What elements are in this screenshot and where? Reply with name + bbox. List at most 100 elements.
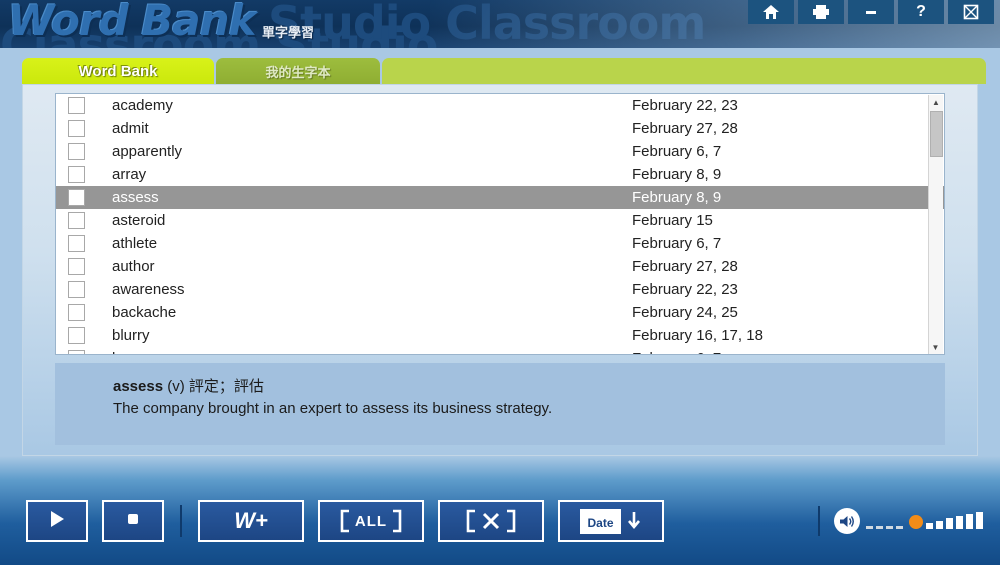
all-icon: ALL — [338, 509, 404, 533]
table-row[interactable]: asteroid February 15 — [56, 209, 944, 232]
table-row[interactable]: academy February 22, 23 — [56, 94, 944, 117]
definition-example: The company brought in an expert to asse… — [113, 400, 553, 417]
app-header: Classroom Studio Studio Classroom Word B… — [0, 0, 1000, 48]
minimize-icon — [863, 7, 879, 17]
word-list-scrollbar[interactable]: ▲ ▼ — [928, 95, 943, 354]
volume-step-off[interactable] — [866, 526, 873, 529]
volume-step-on[interactable] — [966, 514, 973, 529]
volume-divider — [818, 506, 820, 536]
w-plus-icon: W+ — [234, 508, 268, 533]
bottom-toolbar: W+ ALL Date — [0, 456, 1000, 565]
table-row[interactable]: assess February 8, 9 — [56, 186, 944, 209]
definition-panel: assess (v) 評定；評估 The company brought in … — [55, 363, 945, 445]
row-date: February 6, 7 — [632, 350, 721, 354]
word-list[interactable]: academy February 22, 23 admit February 27, … — [55, 93, 945, 355]
home-button[interactable] — [748, 0, 794, 24]
row-date: February 6, 7 — [632, 235, 722, 252]
row-checkbox[interactable] — [68, 97, 85, 114]
cross-icon — [464, 509, 518, 533]
row-word: b — [112, 350, 632, 354]
volume-control[interactable] — [818, 506, 986, 536]
row-checkbox[interactable] — [68, 189, 85, 206]
row-checkbox[interactable] — [68, 120, 85, 137]
definition-word: assess — [113, 378, 164, 395]
tab-bar-filler — [382, 58, 986, 84]
row-date: February 22, 23 — [632, 281, 738, 298]
row-word: array — [112, 166, 147, 183]
playback-controls: W+ ALL Date — [26, 500, 678, 542]
row-word: academy — [112, 97, 173, 114]
date-sort-icon: Date — [580, 508, 641, 534]
row-word: awareness — [112, 281, 185, 298]
tab-bar: Word Bank 我的生字本 — [22, 58, 986, 84]
table-row[interactable]: author February 27, 28 — [56, 255, 944, 278]
question-mark-icon: ? — [916, 3, 926, 20]
volume-step-on[interactable] — [976, 511, 983, 529]
print-button[interactable] — [798, 0, 844, 24]
row-word: admit — [112, 120, 149, 137]
content-panel: academy February 22, 23 admit February 27, … — [22, 84, 978, 456]
table-row[interactable]: athlete February 6, 7 — [56, 232, 944, 255]
row-word: athlete — [112, 235, 158, 252]
table-row[interactable]: backache February 24, 25 — [56, 301, 944, 324]
header-watermark-primary: Studio Classroom — [268, 0, 706, 48]
table-row[interactable]: awareness February 22, 23 — [56, 278, 944, 301]
play-button[interactable] — [26, 500, 88, 542]
app-subtitle: 單字學習 — [262, 25, 315, 40]
app-logo: Word Bank — [8, 0, 256, 45]
scrollbar-thumb[interactable] — [930, 111, 943, 157]
row-checkbox[interactable] — [68, 304, 85, 321]
close-button[interactable] — [948, 0, 994, 24]
row-date: February 27, 28 — [632, 258, 738, 275]
help-button[interactable]: ? — [898, 0, 944, 24]
volume-step-on[interactable] — [956, 516, 963, 529]
volume-step-off[interactable] — [886, 526, 893, 529]
stop-button[interactable] — [102, 500, 164, 542]
volume-knob[interactable] — [909, 515, 923, 529]
toolbar-divider — [180, 505, 182, 537]
scroll-up-button[interactable]: ▲ — [929, 95, 943, 110]
row-checkbox[interactable] — [68, 258, 85, 275]
row-date: February 24, 25 — [632, 304, 738, 321]
table-row[interactable]: bFebruary 6, 7 — [56, 347, 944, 354]
row-checkbox[interactable] — [68, 143, 85, 160]
scroll-down-button[interactable]: ▼ — [929, 340, 942, 354]
row-checkbox[interactable] — [68, 212, 85, 229]
tab-my-notebook-label: 我的生字本 — [265, 64, 331, 80]
row-word: apparently — [112, 143, 183, 160]
row-checkbox[interactable] — [68, 327, 85, 344]
row-date: February 15 — [632, 212, 713, 229]
row-date: February 6, 7 — [632, 143, 722, 160]
volume-slider[interactable] — [866, 511, 986, 529]
table-row[interactable]: blurry February 16, 17, 18 — [56, 324, 944, 347]
tab-word-bank[interactable]: Word Bank — [22, 58, 214, 84]
table-row[interactable]: array February 8, 9 — [56, 163, 944, 186]
table-row[interactable]: admit February 27, 28 — [56, 117, 944, 140]
stop-icon — [124, 510, 142, 533]
table-row[interactable]: apparently February 6, 7 — [56, 140, 944, 163]
minimize-button[interactable] — [848, 0, 894, 24]
row-date: February 8, 9 — [632, 189, 722, 206]
volume-step-on[interactable] — [946, 518, 953, 529]
row-checkbox[interactable] — [68, 235, 85, 252]
deselect-button[interactable] — [438, 500, 544, 542]
add-word-button[interactable]: W+ — [198, 500, 304, 542]
sort-date-button[interactable]: Date — [558, 500, 664, 542]
volume-step-off[interactable] — [896, 526, 903, 529]
tab-my-notebook[interactable]: 我的生字本 — [216, 58, 380, 84]
select-all-button[interactable]: ALL — [318, 500, 424, 542]
row-checkbox[interactable] — [68, 281, 85, 298]
window-controls: ? — [748, 0, 994, 24]
definition-pos: (v) — [167, 378, 185, 395]
row-date: February 8, 9 — [632, 166, 722, 183]
word-list-rows: academy February 22, 23 admit February 27, … — [56, 94, 944, 354]
volume-step-on[interactable] — [926, 522, 933, 529]
tab-word-bank-label: Word Bank — [78, 62, 158, 80]
volume-step-off[interactable] — [876, 526, 883, 529]
row-checkbox[interactable] — [68, 350, 85, 354]
speaker-icon[interactable] — [834, 508, 860, 534]
row-checkbox[interactable] — [68, 166, 85, 183]
home-icon — [762, 4, 780, 20]
row-word: asteroid — [112, 212, 166, 229]
volume-step-on[interactable] — [936, 520, 943, 529]
